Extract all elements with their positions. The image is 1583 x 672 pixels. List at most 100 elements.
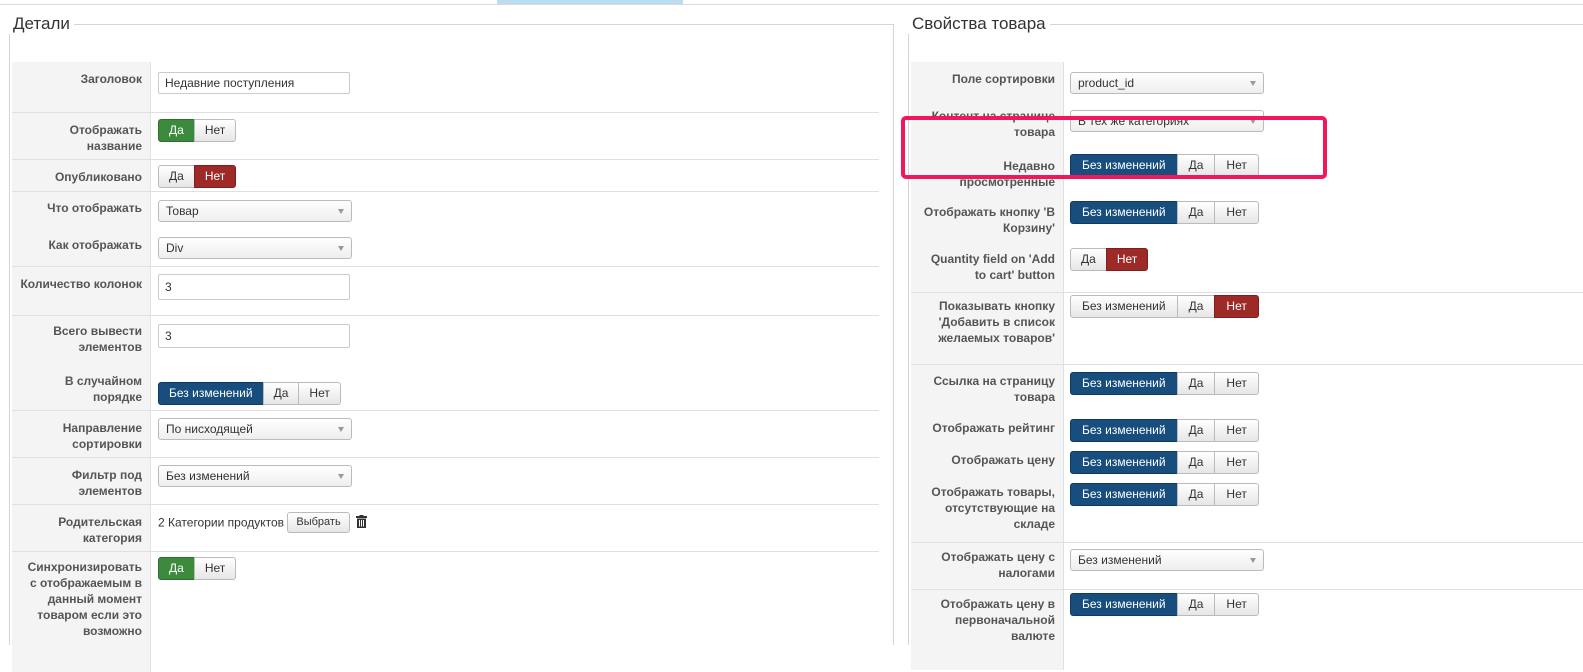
show-title-yes-button[interactable]: Да (158, 119, 195, 142)
sort-field-select-value: product_id (1078, 76, 1135, 90)
how-select-value: Div (166, 241, 184, 255)
highlight-annotation-box (901, 116, 1327, 179)
price-yes-button[interactable]: Да (1176, 451, 1216, 474)
price-label: Отображать цену (951, 453, 1055, 467)
show-title-no-button[interactable]: Нет (193, 119, 237, 142)
sort-field-select[interactable]: product_id (1070, 72, 1264, 94)
outstock-yes-button[interactable]: Да (1176, 483, 1216, 506)
qty-yes-button[interactable]: Да (1070, 248, 1107, 271)
chevron-down-icon (1250, 81, 1256, 86)
cart-qty-labels: Отображать кнопку 'В Корзину' Quantity f… (911, 198, 1064, 292)
wishlist-yes-button[interactable]: Да (1176, 295, 1216, 318)
sync-label: Синхронизировать с отображаемым в данный… (12, 552, 151, 672)
cart-toggle: Без изменений Да Нет (1070, 201, 1259, 224)
cart-yes-button[interactable]: Да (1176, 201, 1216, 224)
row-cart-qty: Отображать кнопку 'В Корзину' Quantity f… (909, 198, 1583, 292)
chevron-down-icon (338, 209, 344, 214)
published-toggle: Да Нет (158, 165, 237, 188)
random-toggle: Без изменений Да Нет (158, 382, 341, 405)
random-label: В случайном порядке (64, 374, 142, 404)
row-what-how: Что отображать Как отображать Товар Div (10, 192, 893, 266)
sync-toggle: Да Нет (158, 557, 237, 580)
title-label: Заголовок (12, 62, 151, 112)
rating-no-button[interactable]: Нет (1214, 419, 1259, 442)
tax-select[interactable]: Без изменений (1070, 549, 1264, 571)
link-toggle: Без изменений Да Нет (1070, 372, 1259, 395)
row-total-random: Всего вывести элементов В случайном поря… (10, 316, 893, 410)
parent-category-control: 2 Категории продуктов Выбрать (158, 512, 368, 533)
price-no-button[interactable]: Нет (1214, 451, 1259, 474)
parent-category-value: 2 Категории продуктов (158, 515, 285, 530)
rating-yes-button[interactable]: Да (1176, 419, 1216, 442)
random-yes-button[interactable]: Да (262, 382, 300, 405)
how-label: Как отображать (48, 238, 142, 252)
how-select[interactable]: Div (158, 237, 352, 259)
show-title-label: Отображать название (12, 113, 151, 159)
qty-no-button[interactable]: Нет (1105, 248, 1149, 271)
parent-label: Родительская категория (12, 505, 151, 551)
product-properties-panel: Свойства товара Поле сортировки Контент … (908, 14, 1583, 670)
cart-nochange-button[interactable]: Без изменений (1070, 201, 1178, 224)
link-yes-button[interactable]: Да (1176, 372, 1216, 395)
total-random-labels: Всего вывести элементов В случайном поря… (12, 316, 151, 410)
top-divider (0, 4, 1583, 5)
origcur-yes-button[interactable]: Да (1176, 593, 1216, 616)
details-panel: Детали Заголовок Отображать название Да … (9, 14, 894, 672)
sortdir-select[interactable]: По нисходящей (158, 418, 352, 440)
rating-toggle: Без изменений Да Нет (1070, 419, 1259, 442)
total-input[interactable] (158, 324, 350, 348)
chevron-down-icon (338, 246, 344, 251)
published-label: Опубликовано (12, 160, 151, 191)
title-input[interactable] (158, 72, 350, 94)
wishlist-no-button[interactable]: Нет (1214, 295, 1259, 318)
qty-toggle: Да Нет (1070, 248, 1149, 271)
row-origcur: Отображать цену в первоначальной валюте … (909, 590, 1583, 670)
outstock-nochange-button[interactable]: Без изменений (1070, 483, 1178, 506)
choose-button[interactable]: Выбрать (287, 512, 350, 533)
what-label: Что отображать (47, 201, 142, 215)
origcur-label: Отображать цену в первоначальной валюте (911, 590, 1064, 670)
sortdir-select-value: По нисходящей (166, 422, 253, 436)
tax-label: Отображать цену с налогами (911, 543, 1064, 589)
wishlist-label: Показывать кнопку 'Добавить в список жел… (911, 293, 1064, 364)
what-select[interactable]: Товар (158, 200, 352, 222)
total-label: Всего вывести элементов (53, 324, 142, 354)
sync-no-button[interactable]: Нет (193, 557, 237, 580)
row-title: Заголовок (10, 62, 893, 112)
show-title-toggle: Да Нет (158, 119, 237, 142)
filter-label: Фильтр под элементов (12, 458, 151, 504)
row-link-rating-price-stock: Ссылка на страницу товара Отображать рей… (909, 365, 1583, 542)
random-nochange-button[interactable]: Без изменений (158, 382, 264, 405)
sync-yes-button[interactable]: Да (158, 557, 195, 580)
cart-no-button[interactable]: Нет (1214, 201, 1259, 224)
row-filter: Фильтр под элементов Без изменений (10, 458, 893, 504)
price-nochange-button[interactable]: Без изменений (1070, 451, 1178, 474)
random-no-button[interactable]: Нет (298, 382, 341, 405)
outstock-no-button[interactable]: Нет (1214, 483, 1259, 506)
origcur-nochange-button[interactable]: Без изменений (1070, 593, 1178, 616)
row-parent: Родительская категория 2 Категории проду… (10, 505, 893, 551)
sortdir-label: Направление сортировки (12, 411, 151, 457)
link-no-button[interactable]: Нет (1214, 372, 1259, 395)
cart-label: Отображать кнопку 'В Корзину' (923, 205, 1055, 235)
published-no-button[interactable]: Нет (193, 165, 237, 188)
trash-icon[interactable] (356, 514, 368, 531)
columns-label: Количество колонок (12, 267, 151, 315)
link-nochange-button[interactable]: Без изменений (1070, 372, 1178, 395)
origcur-toggle: Без изменений Да Нет (1070, 593, 1259, 616)
sort-field-label: Поле сортировки (952, 72, 1055, 86)
origcur-no-button[interactable]: Нет (1214, 593, 1259, 616)
filter-select[interactable]: Без изменений (158, 465, 352, 487)
rating-nochange-button[interactable]: Без изменений (1070, 419, 1178, 442)
link-label: Ссылка на страницу товара (933, 374, 1055, 404)
active-tab-indicator (497, 0, 683, 4)
columns-input[interactable] (158, 274, 350, 300)
wishlist-nochange-button[interactable]: Без изменений (1070, 295, 1178, 318)
product-properties-legend: Свойства товара (912, 14, 1046, 33)
published-yes-button[interactable]: Да (158, 165, 195, 188)
row-published: Опубликовано Да Нет (10, 160, 893, 191)
tax-select-value: Без изменений (1078, 553, 1162, 567)
price-toggle: Без изменений Да Нет (1070, 451, 1259, 474)
row-sortdir: Направление сортировки По нисходящей (10, 411, 893, 457)
what-how-labels: Что отображать Как отображать (12, 192, 151, 266)
